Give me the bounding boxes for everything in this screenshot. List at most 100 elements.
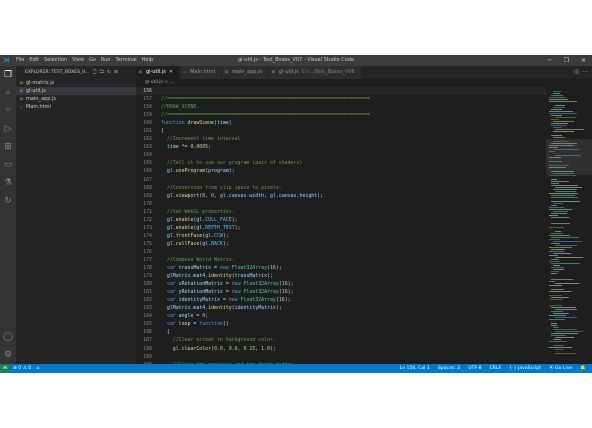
code-line[interactable]: 162 //Increment time interval. [136,135,546,143]
indentation[interactable]: Spaces: 2 [438,364,460,373]
encoding[interactable]: UTF-8 [468,364,481,373]
home-icon[interactable]: ⌂ [36,364,39,373]
run-debug-icon[interactable]: ▷ [3,124,13,134]
split-editor-icon[interactable]: ◫ [574,66,579,79]
file-item[interactable]: JS gl-matrix.js [16,79,136,87]
line-number: 167 [143,176,152,183]
minimap-slider[interactable] [546,139,592,175]
code-token: Float32Array [231,265,268,272]
collapse-all-icon[interactable]: ⊟ [114,66,118,79]
code-line[interactable]: 183 glMatrix.mat4.identity(identityMatri… [136,304,546,312]
code-line[interactable]: 185 var loop = function() [136,320,546,328]
live-share-icon[interactable]: ↻ [3,196,13,206]
code-line[interactable]: 186 { [136,328,546,336]
new-folder-icon[interactable]: 🗀 [100,66,105,79]
new-file-icon[interactable]: 🗋 [93,66,97,79]
minimap-line [551,95,563,97]
code-line[interactable]: 169 gl.viewport(0, 0, gl.canvas.width, g… [136,192,546,200]
minimap[interactable] [546,87,592,364]
code-line[interactable]: 158 //DRAW_SCENE. [136,103,546,111]
js-file-icon: JS [224,70,229,74]
remote-explorer-icon[interactable]: ▭ [3,160,13,170]
minimap-line [549,291,571,293]
code-line[interactable]: 180 var xRotationMatrix = new Float32Arr… [136,280,546,288]
cursor-position[interactable]: Ln 156, Col 1 [400,364,430,373]
code-token: frontFace [175,232,203,239]
code-line[interactable]: 171 //Set WebGL properties. [136,208,546,216]
code-line[interactable]: 157 //===================================… [136,95,546,103]
line-number: 163 [143,144,152,151]
code-line[interactable]: 179 glMatrix.mat4.identity(transMatrix); [136,272,546,280]
close-button[interactable]: ✕ [575,55,592,66]
settings-gear-icon[interactable]: ⚙ [3,350,13,360]
code-line[interactable]: 161 { [136,127,546,135]
go-live-button[interactable]: ⦿ Go Live [549,364,572,373]
line-number: 177 [143,256,152,263]
problems-indicator[interactable]: ⊗ 0 ⚠ 0 [13,364,31,373]
code-line[interactable]: 177 //Compose World Matrix. [136,256,546,264]
code-token: //Increment time interval. [161,136,244,143]
code-line[interactable]: 159 //===================================… [136,111,546,119]
source-control-icon[interactable]: ⑂ [3,106,13,116]
code-token: *= [178,144,191,151]
code-line[interactable]: 176 [136,248,546,256]
code-token: var [161,289,179,296]
code-editor[interactable]: 156 157 //================================… [136,87,546,364]
code-line[interactable]: 174 gl.frontFace(gl.CCW); [136,232,546,240]
code-line[interactable]: 156 [136,87,546,96]
code-token: //======================================… [161,96,371,103]
code-line[interactable]: 163 time *= 0.0005; [136,143,546,151]
code-line[interactable]: 168 //Conversion from clip space to pixe… [136,184,546,192]
line-number: 166 [143,168,152,175]
code-line[interactable]: 173 gl.enable(gl.DEPTH_TEST); [136,224,546,232]
editor-tab[interactable]: JS gl-util.js ✕ [136,66,181,79]
minimize-button[interactable]: ─ [541,55,558,66]
search-icon[interactable]: ⌕ [3,88,13,98]
maximize-button[interactable]: ❐ [558,55,575,66]
notifications-bell-icon[interactable]: 🔔 [580,364,586,373]
file-item[interactable]: ◇ Main.html [16,103,136,111]
editor-tab[interactable]: JS main_app.js [221,66,269,79]
line-number: 160 [143,120,152,127]
code-line[interactable]: 181 var yRotationMatrix = new Float32Arr… [136,288,546,296]
code-line[interactable]: 165 //Tell it to use our program (pair o… [136,159,546,167]
remote-indicator[interactable]: ⋊ [0,364,10,373]
code-line[interactable]: 187 //Clear screen to background color. [136,336,546,344]
explorer-icon[interactable]: ❐ [3,70,13,80]
code-line[interactable]: 166 gl.useProgram(program); [136,167,546,175]
code-line[interactable]: 188 gl.clearColor(0.0, 0.0, 0.15, 1.0); [136,345,546,353]
close-tab-icon[interactable]: ✕ [169,69,173,75]
extensions-icon[interactable]: ⊞ [3,142,13,152]
file-item[interactable]: JS main_app.js [16,95,136,103]
code-line[interactable]: 189 [136,353,546,361]
refresh-icon[interactable]: ↻ [107,66,111,79]
code-line[interactable]: 172 gl.enable(gl.CULL_FACE); [136,216,546,224]
tab-label: Main.html [190,69,215,75]
language-mode[interactable]: { } JavaScript [509,364,541,373]
minimap-line [551,179,557,181]
file-item[interactable]: JS gl-util.js [16,87,136,95]
code-line[interactable]: 182 var identityMatrix = new Float32Arra… [136,296,546,304]
minimap-line [549,113,577,115]
code-token: var [161,297,179,304]
more-actions-icon[interactable]: ⋯ [583,66,588,79]
activity-bar: ❐ ⌕ ⑂ ▷ ⊞ ▭ ⚗ ↻ ◯ ⚙ [0,66,16,364]
minimap-line [551,119,559,121]
testing-icon[interactable]: ⚗ [3,178,13,188]
code-line[interactable]: 167 [136,176,546,184]
end-of-line[interactable]: CRLF [490,364,502,373]
code-line[interactable]: 175 gl.cullFace(gl.BACK); [136,240,546,248]
editor-tab[interactable]: JS gl-util.js C:\...\Test_Boxes_V06 [268,66,362,79]
minimap-line [549,347,572,349]
minimap-line [553,127,562,129]
minimap-line [549,99,568,101]
code-line[interactable]: 178 var transMatrix = new Float32Array(1… [136,264,546,272]
line-number: 189 [143,353,152,360]
breadcrumb[interactable]: gl-util.js > ... [136,79,592,87]
code-line[interactable]: 160 function drawScene(time) [136,119,546,127]
editor-tab[interactable]: ◇ Main.html [180,66,222,79]
code-line[interactable]: 164 [136,151,546,159]
code-line[interactable]: 184 var angle = 0; [136,312,546,320]
code-line[interactable]: 170 [136,200,546,208]
account-icon[interactable]: ◯ [3,332,13,342]
